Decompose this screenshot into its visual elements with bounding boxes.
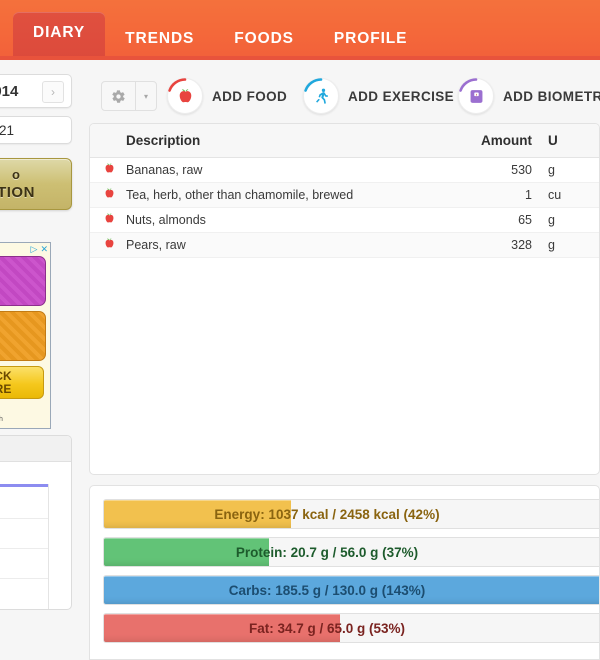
ad-cta-label: CK RE bbox=[0, 369, 12, 396]
carbs-bar-track[interactable]: Carbs: 185.5 g / 130.0 g (143%) bbox=[103, 575, 599, 605]
th-description[interactable]: Description bbox=[120, 124, 442, 158]
protein-bar-label: Protein: 20.7 g / 56.0 g (37%) bbox=[235, 544, 419, 560]
chevron-down-icon[interactable]: ▾ bbox=[136, 82, 156, 110]
ad-info-icon[interactable]: ▷ bbox=[31, 244, 38, 254]
row-amount[interactable]: 65 bbox=[442, 207, 538, 233]
progress-arc bbox=[304, 78, 323, 92]
tab-profile[interactable]: PROFILE bbox=[314, 18, 427, 61]
row-description[interactable]: Bananas, raw bbox=[120, 157, 442, 183]
ad-source-label: Helpr Search bbox=[0, 416, 3, 423]
fat-bar-label: Fat: 34.7 g / 65.0 g (53%) bbox=[248, 620, 406, 636]
nutrition-summary-panel: Energy: 1037 kcal / 2458 kcal (42%) Prot… bbox=[89, 485, 600, 660]
energy-bar-label: Energy: 1037 kcal / 2458 kcal (42%) bbox=[214, 506, 440, 522]
th-icon bbox=[90, 124, 120, 158]
next-day-button[interactable]: › bbox=[42, 81, 64, 103]
date-navigator[interactable]: 2014 › bbox=[0, 74, 72, 108]
row-description[interactable]: Pears, raw bbox=[120, 232, 442, 258]
row-unit[interactable]: g bbox=[538, 232, 599, 258]
table-row[interactable]: Pears, raw 328 g bbox=[90, 232, 599, 258]
sidebar-chart-accent-line bbox=[0, 484, 49, 487]
energy-bar-track[interactable]: Energy: 1037 kcal / 2458 kcal (42%) bbox=[103, 499, 599, 529]
ad-tile-two-text: s and ws bbox=[0, 332, 50, 358]
food-diary-panel: Description Amount U Bananas, raw 530 g bbox=[89, 123, 600, 475]
row-apple-icon bbox=[90, 232, 120, 258]
sidebar-chart-gridline bbox=[0, 548, 49, 549]
add-biometric-ring bbox=[458, 78, 494, 114]
protein-bar-track[interactable]: Protein: 20.7 g / 56.0 g (37%) bbox=[103, 537, 599, 567]
ad-chrome-bar: ▷ ✕ bbox=[28, 243, 50, 255]
table-row[interactable]: Bananas, raw 530 g bbox=[90, 157, 599, 183]
sidebar-chart-divider bbox=[48, 484, 49, 609]
sidebar-chart-gridline bbox=[0, 518, 49, 519]
progress-arc bbox=[459, 78, 478, 92]
advertisement-block[interactable]: ▷ ✕ 2 fort od 4 s and ws CK RE e App! He… bbox=[0, 242, 51, 429]
settings-dropdown-button[interactable]: ▾ bbox=[101, 81, 157, 111]
row-apple-icon bbox=[90, 207, 120, 233]
add-exercise-label: ADD EXERCISE bbox=[348, 88, 455, 104]
sidebar-chart-panel bbox=[0, 435, 72, 610]
add-biometric-label: ADD BIOMETRIC bbox=[503, 88, 600, 104]
date-label: 2014 bbox=[0, 83, 19, 100]
fat-bar-track[interactable]: Fat: 34.7 g / 65.0 g (53%) bbox=[103, 613, 599, 643]
promo-line-1: o bbox=[12, 167, 20, 182]
gear-icon[interactable] bbox=[102, 82, 136, 110]
table-row[interactable]: Tea, herb, other than chamomile, brewed … bbox=[90, 182, 599, 208]
ad-tile-one[interactable]: 2 fort od bbox=[0, 256, 46, 306]
add-food-ring bbox=[167, 78, 203, 114]
progress-arc bbox=[168, 78, 187, 92]
tab-foods[interactable]: FOODS bbox=[214, 18, 314, 61]
promo-line-2: TION bbox=[0, 184, 35, 201]
table-header-row: Description Amount U bbox=[90, 124, 599, 158]
row-unit[interactable]: g bbox=[538, 157, 599, 183]
th-amount[interactable]: Amount bbox=[442, 124, 538, 158]
add-food-button[interactable]: ADD FOOD bbox=[167, 78, 287, 114]
weight-input[interactable]: 1421 bbox=[0, 116, 72, 144]
sidebar-chart-gridline bbox=[0, 578, 49, 579]
add-food-label: ADD FOOD bbox=[212, 88, 288, 104]
weight-input-value: 1421 bbox=[0, 123, 15, 138]
food-diary-table: Description Amount U Bananas, raw 530 g bbox=[90, 124, 599, 258]
row-description[interactable]: Nuts, almonds bbox=[120, 207, 442, 233]
row-unit[interactable]: cu bbox=[538, 182, 599, 208]
left-sidebar: 2014 › 1421 o TION ▷ ✕ 2 fort od 4 s and… bbox=[0, 60, 82, 610]
nav-tab-list: DIARY TRENDS FOODS PROFILE bbox=[13, 11, 427, 61]
add-exercise-ring bbox=[303, 78, 339, 114]
row-amount[interactable]: 328 bbox=[442, 232, 538, 258]
ad-tile-one-text: fort od bbox=[0, 277, 50, 303]
row-amount[interactable]: 1 bbox=[442, 182, 538, 208]
table-header: Description Amount U bbox=[90, 124, 599, 158]
tab-trends[interactable]: TRENDS bbox=[105, 18, 214, 61]
row-apple-icon bbox=[90, 182, 120, 208]
promo-subscription-button[interactable]: o TION bbox=[0, 158, 72, 210]
top-navigation-bar: DIARY TRENDS FOODS PROFILE bbox=[0, 0, 600, 60]
ad-cta-button[interactable]: CK RE bbox=[0, 366, 44, 399]
row-amount[interactable]: 530 bbox=[442, 157, 538, 183]
row-unit[interactable]: g bbox=[538, 207, 599, 233]
ad-close-icon[interactable]: ✕ bbox=[40, 244, 48, 254]
main-content: ▾ ADD FOOD ADD EXERCISE ADD BIOMETR Desc… bbox=[88, 60, 600, 660]
add-exercise-button[interactable]: ADD EXERCISE bbox=[303, 78, 454, 114]
th-unit[interactable]: U bbox=[538, 124, 599, 158]
diary-toolbar: ▾ ADD FOOD ADD EXERCISE ADD BIOMETR bbox=[88, 68, 600, 120]
sidebar-chart-header bbox=[0, 436, 71, 462]
row-description[interactable]: Tea, herb, other than chamomile, brewed bbox=[120, 182, 442, 208]
tab-diary[interactable]: DIARY bbox=[13, 11, 106, 60]
table-body: Bananas, raw 530 g Tea, herb, other than… bbox=[90, 157, 599, 258]
add-biometric-button[interactable]: ADD BIOMETRIC bbox=[458, 78, 600, 114]
table-row[interactable]: Nuts, almonds 65 g bbox=[90, 207, 599, 233]
row-apple-icon bbox=[90, 157, 120, 183]
ad-tile-two[interactable]: 4 s and ws bbox=[0, 311, 46, 361]
